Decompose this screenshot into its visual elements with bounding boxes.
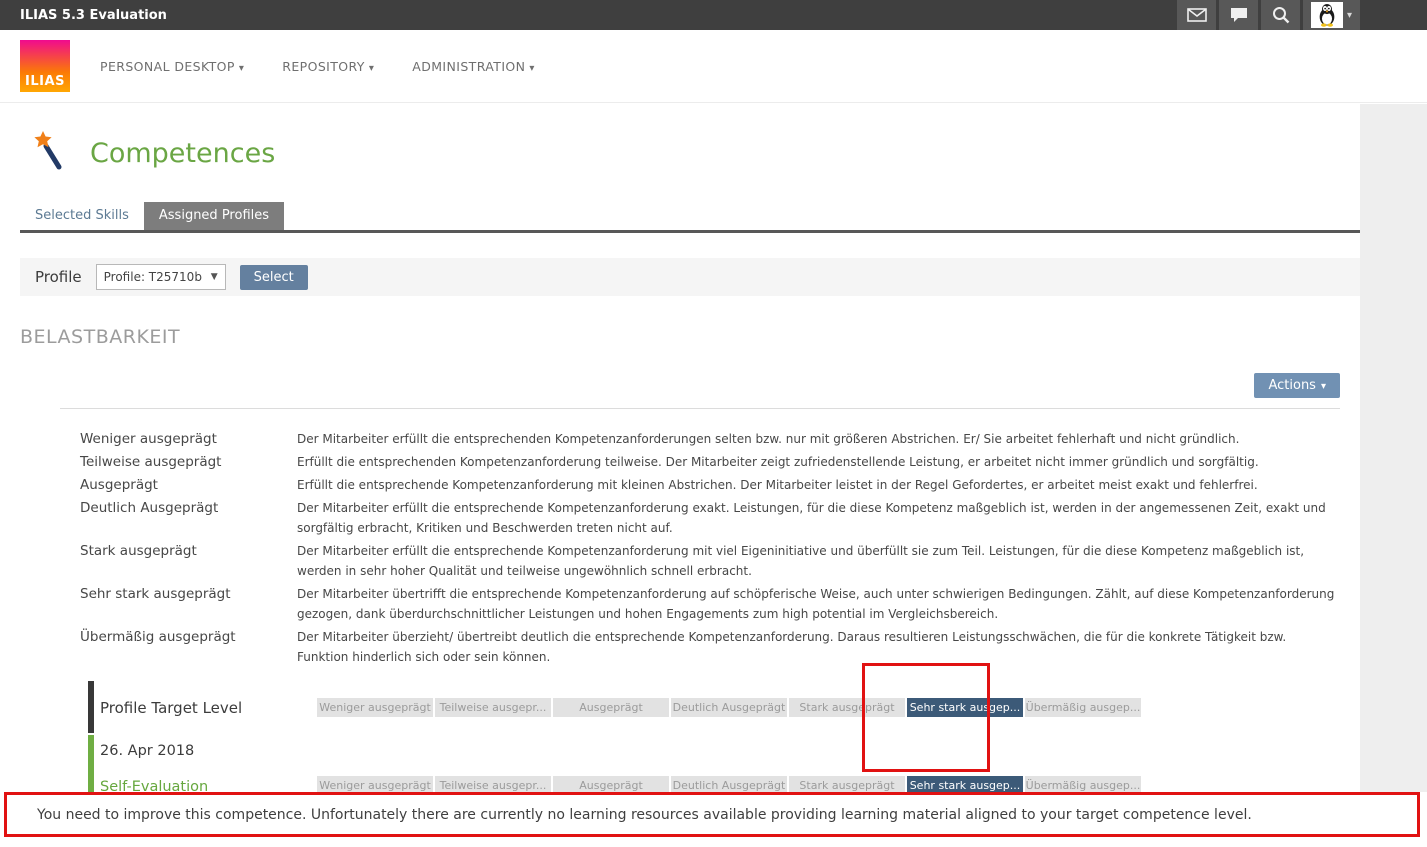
topbar-icon-group: ▾: [1177, 0, 1360, 30]
level-description-list: Weniger ausgeprägt Der Mitarbeiter erfül…: [80, 429, 1340, 667]
nav-item-repository[interactable]: REPOSITORY▾: [282, 59, 374, 74]
profile-label: Profile: [35, 268, 82, 286]
level-row: Übermäßig ausgeprägt Der Mitarbeiter übe…: [80, 627, 1340, 667]
level-description: Der Mitarbeiter erfüllt die entsprechend…: [297, 429, 1340, 449]
tab-selected-skills[interactable]: Selected Skills: [20, 202, 144, 230]
chat-button[interactable]: [1219, 0, 1258, 30]
actions-row: Actions▾: [40, 373, 1340, 398]
level-badge-selected: Sehr stark ausgep...: [907, 698, 1023, 717]
level-badge: Deutlich Ausgeprägt: [671, 698, 787, 717]
magic-wand-icon: [30, 131, 68, 175]
section-heading: BELASTBARKEIT: [20, 326, 1427, 348]
level-name: Übermäßig ausgeprägt: [80, 627, 297, 667]
penguin-avatar: [1316, 3, 1338, 27]
level-description: Erfüllt die entsprechende Kompetenzanfor…: [297, 475, 1340, 495]
evaluation-date: 26. Apr 2018: [100, 743, 194, 759]
level-name: Weniger ausgeprägt: [80, 429, 297, 449]
select-button[interactable]: Select: [240, 265, 308, 290]
profile-select[interactable]: Profile: T25710b ▼: [96, 264, 226, 290]
chevron-down-icon: ▾: [369, 63, 374, 74]
level-row: Deutlich Ausgeprägt Der Mitarbeiter erfü…: [80, 498, 1340, 538]
level-description: Der Mitarbeiter erfüllt die entsprechend…: [297, 541, 1340, 581]
app-title: ILIAS 5.3 Evaluation: [20, 8, 167, 23]
profile-target-level-row: Profile Target Level Weniger ausgeprägt …: [88, 681, 1340, 733]
level-badge: Weniger ausgeprägt: [317, 698, 433, 717]
level-row: Sehr stark ausgeprägt Der Mitarbeiter üb…: [80, 584, 1340, 624]
level-row: Teilweise ausgeprägt Erfüllt die entspre…: [80, 452, 1340, 472]
level-description: Erfüllt die entsprechenden Kompetenzanfo…: [297, 452, 1340, 472]
chevron-down-icon: ▾: [1321, 381, 1326, 392]
level-name: Sehr stark ausgeprägt: [80, 584, 297, 624]
divider: [60, 408, 1340, 409]
level-badge: Stark ausgeprägt: [789, 698, 905, 717]
chat-icon: [1230, 7, 1248, 23]
search-icon: [1272, 6, 1290, 24]
profile-select-value: Profile: T25710b: [104, 270, 202, 284]
profile-filter-bar: Profile Profile: T25710b ▼ Select: [20, 258, 1360, 296]
nav-menu: PERSONAL DESKTOP▾ REPOSITORY▾ ADMINISTRA…: [100, 59, 535, 74]
mail-icon: [1187, 8, 1207, 22]
level-badge: Ausgeprägt: [553, 698, 669, 717]
level-row: Stark ausgeprägt Der Mitarbeiter erfüllt…: [80, 541, 1340, 581]
page-margin-strip: [1360, 104, 1427, 792]
level-name: Teilweise ausgeprägt: [80, 452, 297, 472]
level-description: Der Mitarbeiter überzieht/ übertreibt de…: [297, 627, 1340, 667]
target-level-label-col: Profile Target Level: [100, 698, 317, 717]
chevron-down-icon: ▾: [239, 63, 244, 74]
ilias-logo[interactable]: ILIAS: [20, 40, 70, 92]
target-level-badge-strip: Weniger ausgeprägt Teilweise ausgepr... …: [317, 698, 1143, 717]
main-navbar: ILIAS PERSONAL DESKTOP▾ REPOSITORY▾ ADMI…: [0, 30, 1427, 103]
level-name: Ausgeprägt: [80, 475, 297, 495]
search-button[interactable]: [1261, 0, 1300, 30]
chevron-down-icon: ▾: [529, 63, 534, 74]
level-name: Stark ausgeprägt: [80, 541, 297, 581]
level-row: Ausgeprägt Erfüllt die entsprechende Kom…: [80, 475, 1340, 495]
level-description: Der Mitarbeiter erfüllt die entsprechend…: [297, 498, 1340, 538]
tab-assigned-profiles[interactable]: Assigned Profiles: [144, 202, 284, 230]
level-name: Deutlich Ausgeprägt: [80, 498, 297, 538]
tab-bar: Selected Skills Assigned Profiles: [20, 202, 1360, 233]
competence-panel: Actions▾ Weniger ausgeprägt Der Mitarbei…: [20, 355, 1360, 807]
nav-item-personal-desktop[interactable]: PERSONAL DESKTOP▾: [100, 59, 244, 74]
level-row: Weniger ausgeprägt Der Mitarbeiter erfül…: [80, 429, 1340, 449]
chevron-down-icon: ▾: [1347, 10, 1352, 21]
improvement-message-box: You need to improve this competence. Unf…: [4, 792, 1420, 837]
improvement-message-text: You need to improve this competence. Unf…: [37, 807, 1252, 823]
mail-button[interactable]: [1177, 0, 1216, 30]
topbar: ILIAS 5.3 Evaluation: [0, 0, 1427, 30]
user-menu-button[interactable]: ▾: [1303, 0, 1360, 30]
level-description: Der Mitarbeiter übertrifft die entsprech…: [297, 584, 1340, 624]
target-level-label: Profile Target Level: [100, 699, 242, 717]
level-badge: Teilweise ausgepr...: [435, 698, 551, 717]
dropdown-arrow-icon: ▼: [211, 272, 218, 282]
actions-button[interactable]: Actions▾: [1254, 373, 1340, 398]
nav-item-administration[interactable]: ADMINISTRATION▾: [412, 59, 535, 74]
level-badge: Übermäßig ausgep...: [1025, 698, 1141, 717]
page-title: Competences: [90, 138, 275, 169]
page-header: Competences: [0, 103, 1427, 175]
avatar: [1311, 2, 1343, 28]
logo-text: ILIAS: [25, 74, 65, 92]
